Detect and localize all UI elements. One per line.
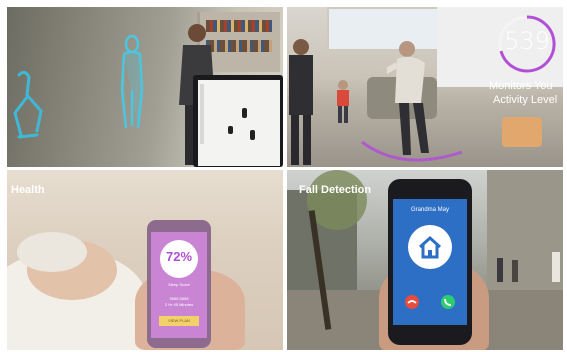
health-phone-screen: 72% Sleep Score 9658 5698 2 Hr 45 Minute… — [151, 232, 207, 338]
person-partial — [289, 39, 313, 165]
sleep-stat-line1: 9658 5698 — [169, 296, 189, 301]
thermal-figure-standing — [120, 34, 144, 129]
tile-health: 72% Sleep Score 9658 5698 2 Hr 45 Minute… — [7, 170, 283, 350]
activity-caption-line2: Activity Level — [493, 94, 558, 106]
sleep-score-percent: 72% — [165, 249, 193, 264]
map-person-dot — [242, 108, 247, 118]
fall-phone: Grandma May — [388, 179, 472, 345]
tile-thermal-room — [7, 7, 283, 167]
health-label: Health — [11, 184, 45, 196]
sleep-score-label: Sleep Score — [168, 282, 190, 287]
phone-icon-accept — [444, 298, 452, 306]
map-person-dot — [228, 126, 233, 134]
sleeping-person-hair — [17, 232, 87, 272]
activity-trail — [361, 140, 463, 162]
thermal-figure-sitting — [13, 70, 43, 139]
caller-name: Grandma May — [410, 207, 449, 213]
pedestrian — [497, 258, 503, 282]
activity-caption-line1: Monitors You — [489, 80, 553, 92]
sleep-stat-line2: 2 Hr 45 Minutes — [164, 302, 194, 307]
pedestrian — [552, 252, 560, 282]
person-child — [337, 80, 349, 123]
health-phone: 72% Sleep Score 9658 5698 2 Hr 45 Minute… — [147, 220, 211, 348]
tablet-screen-map — [198, 80, 280, 166]
tile-fall-detection: Grandma May Fall Detection — [287, 170, 563, 350]
home-icon — [418, 235, 442, 259]
chair — [502, 117, 542, 147]
pedestrian — [512, 260, 518, 282]
phone-icon-decline — [407, 300, 417, 304]
activity-counter-value: 539 — [504, 27, 550, 55]
fall-phone-screen: Grandma May — [393, 199, 467, 325]
tablet-device — [193, 75, 283, 167]
map-person-dot — [250, 130, 255, 140]
fall-detection-label: Fall Detection — [299, 184, 372, 196]
tile-activity-monitor: 539 Monitors You Activity Level — [287, 7, 563, 167]
view-plan-button[interactable]: VIEW PLAN — [159, 316, 199, 326]
